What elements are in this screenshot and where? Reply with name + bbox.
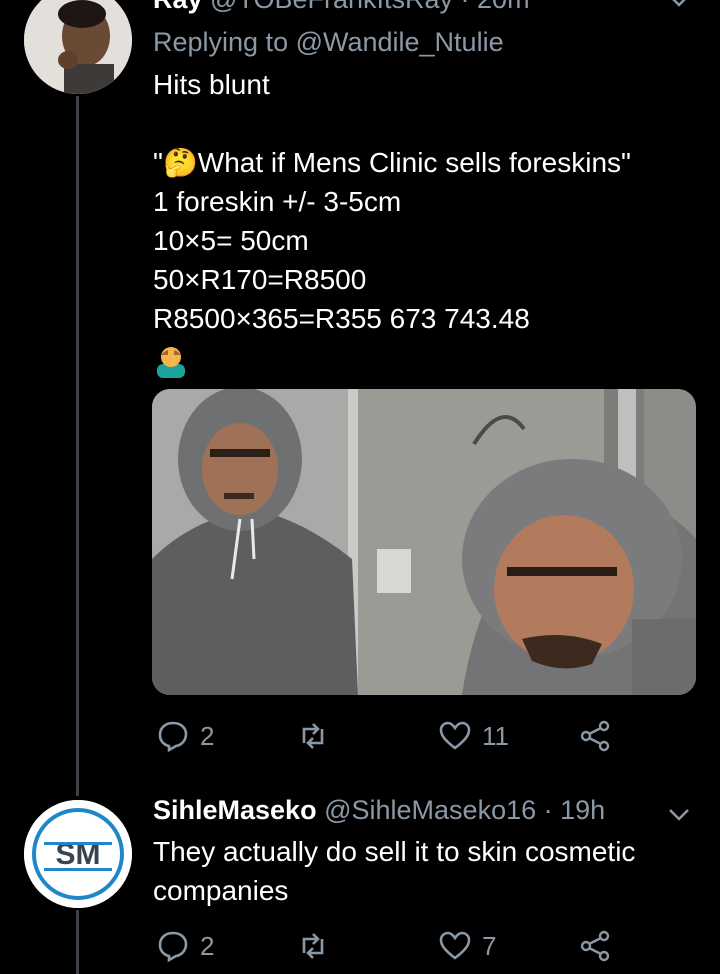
tweet-header: SihleMaseko @SihleMaseko16 · 19h: [153, 795, 605, 826]
share-button[interactable]: [578, 926, 622, 966]
mention-link[interactable]: @Wandile_Ntulie: [296, 27, 504, 57]
reply-count: 2: [200, 720, 215, 751]
replying-prefix: Replying to: [153, 27, 296, 57]
retweet-icon: [302, 723, 324, 749]
share-button[interactable]: [578, 716, 622, 756]
heart-icon: [439, 931, 471, 960]
tweet-calc-line: R8500×365=R355 673 743.48: [153, 303, 530, 334]
reply-button[interactable]: 2: [156, 926, 214, 966]
reply-icon: [158, 721, 188, 753]
heart-icon: [439, 721, 471, 750]
share-icon: [580, 930, 610, 962]
chevron-down-icon[interactable]: [666, 0, 692, 10]
thread-line-top: [76, 96, 79, 796]
tweet-calc-line: 50×R170=R8500: [153, 264, 367, 295]
display-name[interactable]: SihleMaseko: [153, 795, 317, 825]
tweet-text-line: They actually do sell it to skin cosmeti…: [153, 836, 636, 867]
replying-to: Replying to @Wandile_Ntulie: [153, 27, 504, 58]
display-name[interactable]: Ray: [153, 0, 203, 14]
timestamp[interactable]: 20m: [477, 0, 530, 14]
handle[interactable]: @SihleMaseko16: [324, 795, 536, 825]
like-button[interactable]: 11: [438, 716, 509, 756]
chevron-down-icon[interactable]: [666, 804, 692, 824]
tweet-actions: 2 11: [152, 716, 622, 756]
retweet-button[interactable]: [296, 716, 340, 756]
tweet-calc-line: 10×5= 50cm: [153, 225, 309, 256]
reply-button[interactable]: 2: [156, 716, 214, 756]
timestamp[interactable]: 19h: [560, 795, 605, 825]
tweet-text-line: companies: [153, 875, 289, 906]
handle[interactable]: @TOBeFrankItsRay: [210, 0, 453, 14]
retweet-button[interactable]: [296, 926, 340, 966]
reply-icon: [158, 931, 188, 963]
retweet-icon: [302, 933, 324, 959]
avatar-sihlemaseko[interactable]: SM: [24, 800, 132, 908]
tweet-text-line: Hits blunt: [153, 69, 270, 100]
sm-logo-icon: SM: [24, 800, 132, 908]
thread-line-bottom: [76, 910, 79, 974]
tweet-media-photo[interactable]: [152, 389, 696, 695]
separator: ·: [453, 0, 477, 14]
person-facepalm-emoji: [157, 347, 185, 378]
share-icon: [580, 720, 610, 752]
photo-two-men-in-hoodies: [152, 389, 696, 695]
reply-count: 2: [200, 930, 215, 961]
avatar-ray[interactable]: [24, 0, 132, 94]
like-count: 7: [482, 930, 497, 961]
avatar-photo-icon: [24, 0, 132, 94]
tweet-actions: 2 7: [152, 926, 622, 966]
like-button[interactable]: 7: [438, 926, 496, 966]
tweet-quote-line: "🤔What if Mens Clinic sells foreskins": [153, 147, 631, 178]
tweet-calc-line: 1 foreskin +/- 3-5cm: [153, 186, 402, 217]
tweet-header: Ray @TOBeFrankItsRay · 20m: [153, 0, 530, 15]
separator: ·: [536, 795, 561, 825]
like-count: 11: [482, 720, 509, 751]
